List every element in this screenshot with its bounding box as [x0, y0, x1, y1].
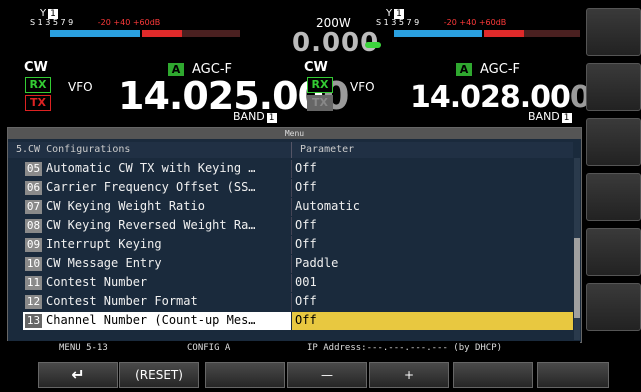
function-key-7[interactable] [537, 362, 609, 388]
top-display: Y1 S 1 3 5 7 9 -20 +40 +60dB CW RX TX VF… [0, 0, 591, 124]
menu-row[interactable]: 11 Contest Number 001 [8, 274, 573, 292]
right-rx-indicator: RX [307, 77, 333, 93]
side-key-4[interactable] [586, 173, 641, 221]
side-key-2[interactable] [586, 63, 641, 111]
s-meter-scale: S 1 3 5 7 9 -20 +40 +60dB [376, 18, 507, 27]
status-bar: MENU 5-13 CONFIG A IP Address:---.---.--… [7, 341, 580, 355]
left-rx-indicator: RX [25, 77, 51, 93]
menu-row[interactable]: 09 Interrupt Keying Off [8, 236, 573, 254]
left-mode: CW [24, 60, 48, 75]
function-keys: ↵ (RESET) — + [0, 358, 641, 392]
right-mode: CW [304, 60, 328, 75]
menu-row[interactable]: 08 CW Keying Reversed Weight Ra… Off [8, 217, 573, 235]
menu-header: 5.CW Configurations Parameter [8, 142, 573, 158]
s-meter-bar [394, 30, 580, 37]
side-soft-keys [584, 0, 641, 340]
function-key-3[interactable] [205, 362, 285, 388]
left-s-meter: Y1 S 1 3 5 7 9 -20 +40 +60dB [30, 8, 240, 48]
menu-window: Menu 5.CW Configurations Parameter 05 Au… [7, 127, 582, 343]
menu-row[interactable]: 07 CW Keying Weight Ratio Automatic [8, 198, 573, 216]
menu-row[interactable]: 10 CW Message Entry Paddle [8, 255, 573, 273]
s-meter-scale: S 1 3 5 7 9 -20 +40 +60dB [30, 18, 161, 27]
menu-position: MENU 5-13 [59, 343, 108, 353]
right-s-meter: Y1 S 1 3 5 7 9 -20 +40 +60dB [372, 8, 582, 48]
menu-row[interactable]: 05 Automatic CW TX with Keying … Off [8, 160, 573, 178]
right-agc-badge: A [456, 63, 472, 76]
right-tx-indicator: TX [307, 95, 333, 111]
minus-button[interactable]: — [287, 362, 367, 388]
left-vfo-label: VFO [68, 80, 93, 94]
menu-row[interactable]: 06 Carrier Frequency Offset (SS… Off [8, 179, 573, 197]
left-band: BAND 1 [233, 110, 277, 123]
transceiver-screen: Y1 S 1 3 5 7 9 -20 +40 +60dB CW RX TX VF… [0, 0, 641, 392]
side-key-1[interactable] [586, 8, 641, 56]
function-key-6[interactable] [453, 362, 533, 388]
parameter-header: Parameter [300, 144, 355, 155]
side-key-3[interactable] [586, 118, 641, 166]
right-agc-label: AGC-F [480, 62, 520, 77]
section-title: 5.CW Configurations [16, 144, 131, 155]
menu-scrollbar[interactable] [574, 158, 580, 340]
ip-address: IP Address:---.---.---.--- (by DHCP) [307, 343, 503, 353]
left-tx-indicator: TX [25, 95, 51, 111]
config-label: CONFIG A [187, 343, 231, 353]
scrollbar-thumb[interactable] [574, 238, 580, 318]
menu-row-selected[interactable]: 13 Channel Number (Count-up Mes… Off [8, 312, 573, 330]
plus-button[interactable]: + [369, 362, 449, 388]
menu-title: Menu [8, 128, 581, 139]
side-key-5[interactable] [586, 228, 641, 276]
side-key-6[interactable] [586, 283, 641, 331]
back-button[interactable]: ↵ [38, 362, 118, 388]
right-vfo-label: VFO [350, 80, 375, 94]
right-band: BAND 1 [528, 110, 572, 123]
s-meter-bar [50, 30, 240, 37]
reset-button[interactable]: (RESET) [119, 362, 199, 388]
menu-row[interactable]: 12 Contest Number Format Off [8, 293, 573, 311]
